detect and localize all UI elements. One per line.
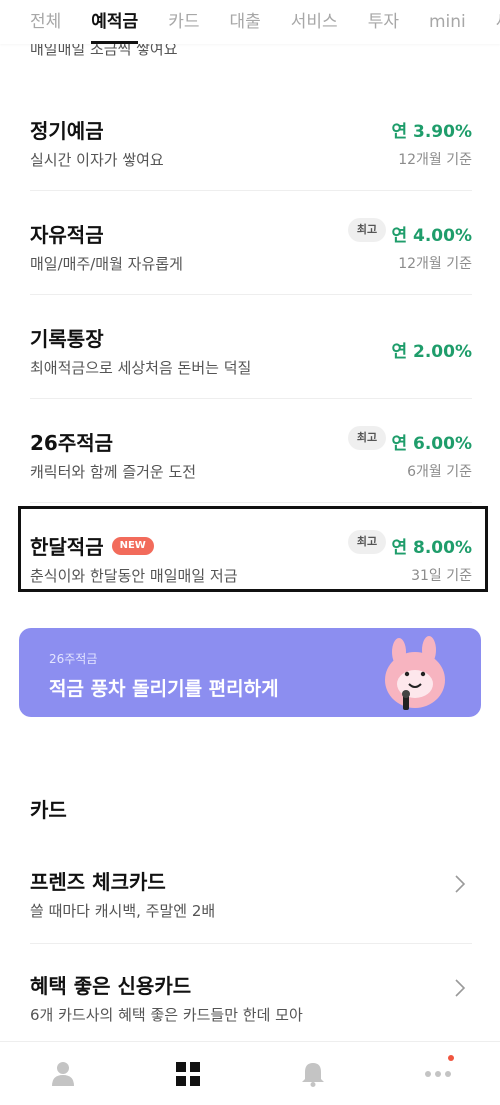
tab-savings[interactable]: 예적금	[91, 0, 138, 44]
tab-service[interactable]: 서비스	[291, 0, 338, 44]
item-title: 정기예금	[30, 119, 104, 143]
tab-mini[interactable]: mini	[429, 0, 466, 44]
chevron-right-icon	[455, 875, 466, 893]
banner-title: 적금 풍차 돌리기를 편리하게	[49, 678, 279, 700]
item-rate: 연 3.90%	[391, 122, 472, 142]
notification-dot	[447, 1054, 454, 1061]
category-tab-bar: 전체 예적금 카드 대출 서비스 투자 mini 세	[0, 0, 500, 44]
list-item-record-account[interactable]: 기록통장 최애적금으로 세상처음 돈버는 덕질 연 2.00%	[30, 295, 472, 399]
max-rate-badge: 최고	[348, 426, 386, 450]
item-title: 기록통장	[30, 327, 104, 351]
list-item-credit-card[interactable]: 혜택 좋은 신용카드 6개 카드사의 혜택 좋은 카드들만 한데 모아	[30, 944, 472, 1048]
item-title: 혜택 좋은 신용카드	[30, 974, 192, 998]
list-item-26week-savings[interactable]: 26주적금 캐릭터와 함께 즐거운 도전 최고 연 6.00% 6개월 기준	[30, 399, 472, 503]
item-subtitle: 캐릭터와 함께 즐거운 도전	[30, 463, 197, 481]
tab-invest[interactable]: 투자	[368, 0, 399, 44]
item-basis: 6개월 기준	[407, 464, 472, 480]
item-subtitle: 최애적금으로 세상처음 돈버는 덕질	[30, 359, 252, 377]
list-item-term-deposit[interactable]: 정기예금 실시간 이자가 쌓여요 연 3.90% 12개월 기준	[30, 87, 472, 191]
item-rate: 연 6.00%	[391, 434, 472, 454]
tab-card[interactable]: 카드	[168, 0, 199, 44]
nav-profile[interactable]	[33, 1042, 93, 1105]
nav-notifications[interactable]	[283, 1042, 343, 1105]
grid-icon	[175, 1061, 200, 1086]
highlight-frame	[18, 506, 488, 592]
item-basis: 12개월 기준	[398, 152, 472, 168]
item-rate: 연 4.00%	[391, 226, 472, 246]
nav-products[interactable]	[158, 1042, 218, 1105]
character-illustration-icon	[385, 636, 445, 710]
item-rate: 연 2.00%	[391, 342, 472, 362]
list-item-friends-check-card[interactable]: 프렌즈 체크카드 쓸 때마다 캐시백, 주말엔 2배	[30, 840, 472, 944]
item-title: 자유적금	[30, 223, 104, 247]
tab-more[interactable]: 세	[496, 0, 500, 44]
item-subtitle: 쓸 때마다 캐시백, 주말엔 2배	[30, 902, 216, 920]
tab-all[interactable]: 전체	[30, 0, 61, 44]
section-title-card: 카드	[30, 798, 67, 822]
item-title: 프렌즈 체크카드	[30, 870, 166, 894]
bell-icon	[301, 1062, 324, 1087]
max-rate-badge: 최고	[348, 218, 386, 242]
item-basis: 12개월 기준	[398, 256, 472, 272]
nav-more[interactable]	[408, 1042, 468, 1105]
person-icon	[51, 1061, 74, 1086]
tab-loan[interactable]: 대출	[229, 0, 260, 44]
item-subtitle: 6개 카드사의 혜택 좋은 카드들만 한데 모아	[30, 1006, 303, 1024]
item-title: 26주적금	[30, 431, 114, 455]
list-item-free-savings[interactable]: 자유적금 매일/매주/매월 자유롭게 최고 연 4.00% 12개월 기준	[30, 191, 472, 295]
more-icon	[424, 1070, 451, 1077]
bottom-navigation	[0, 1041, 500, 1105]
banner-subtitle: 26주적금	[49, 652, 98, 666]
item-subtitle: 실시간 이자가 쌓여요	[30, 151, 164, 169]
item-subtitle: 매일/매주/매월 자유롭게	[30, 255, 183, 273]
chevron-right-icon	[455, 979, 466, 997]
promo-banner[interactable]: 26주적금 적금 풍차 돌리기를 편리하게	[19, 628, 481, 717]
